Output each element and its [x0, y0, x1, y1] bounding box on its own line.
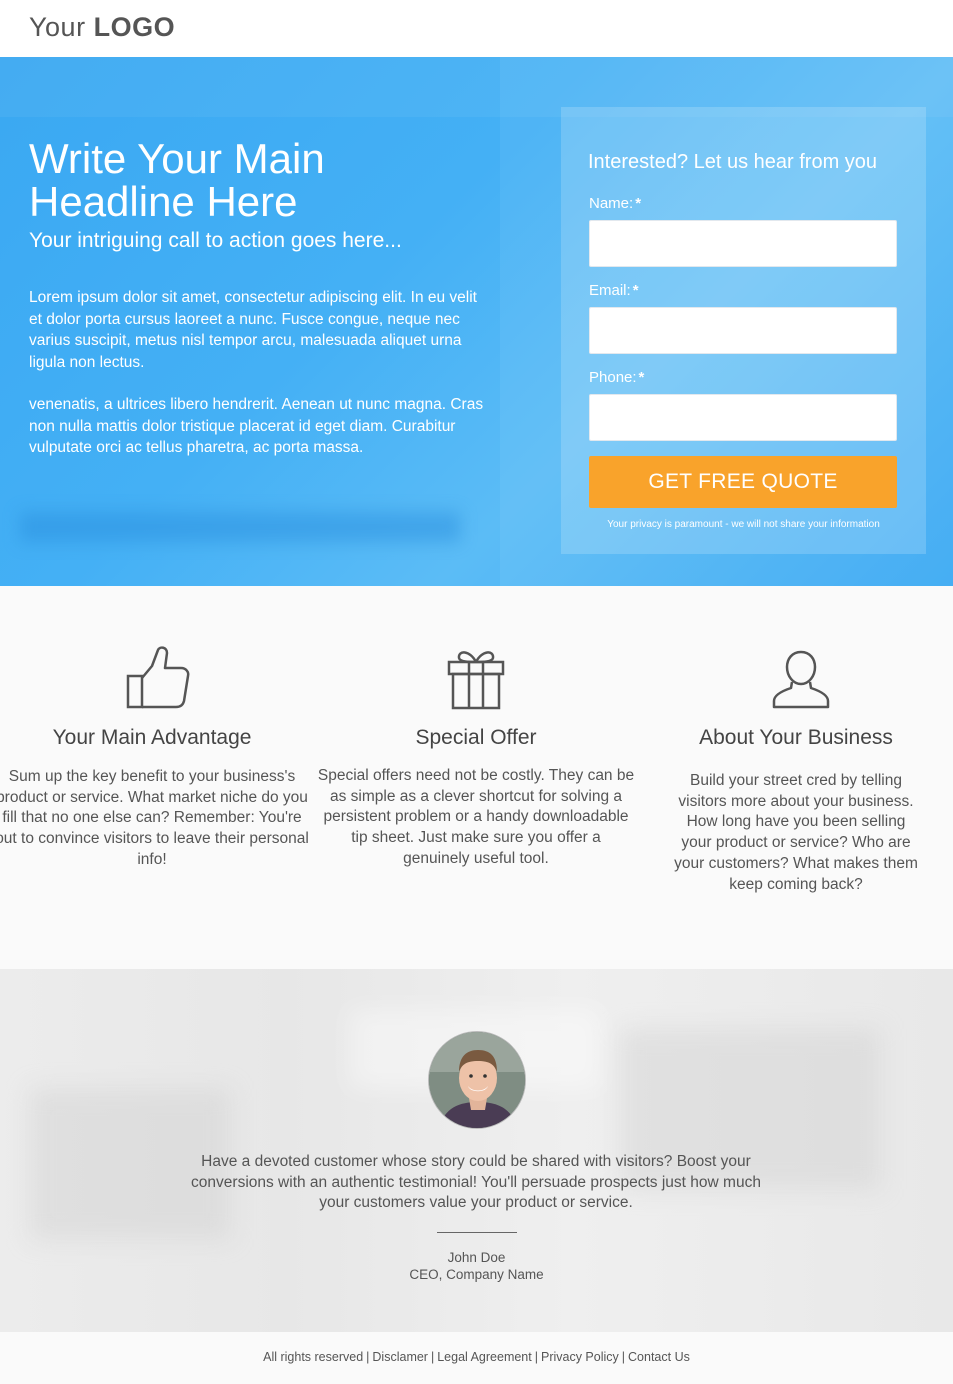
email-field[interactable]	[589, 307, 897, 354]
user-icon	[772, 650, 830, 709]
get-free-quote-button[interactable]: GET FREE QUOTE	[589, 456, 897, 508]
name-label: Name: *	[589, 195, 642, 212]
feature-title: About Your Business	[699, 726, 893, 749]
hero-section: Write Your Main Headline Here Your intri…	[0, 57, 953, 586]
testimonial-quote: Have a devoted customer whose story coul…	[191, 1153, 761, 1212]
gift-icon	[447, 651, 505, 710]
feature-text: Sum up the key benefit to your business'…	[0, 768, 309, 868]
footer-link-privacy-policy[interactable]: Privacy Policy	[541, 1350, 619, 1364]
required-mark: *	[635, 195, 642, 212]
required-mark: *	[638, 369, 645, 386]
main-headline: Write Your Main Headline Here	[29, 137, 509, 223]
testimonial-author-title: CEO, Company Name	[409, 1267, 544, 1282]
feature-title: Your Main Advantage	[52, 726, 252, 749]
footer-link-disclaimer[interactable]: Disclamer	[372, 1350, 428, 1364]
footer-link-legal-agreement[interactable]: Legal Agreement	[437, 1350, 532, 1364]
footer-link-contact-us[interactable]: Contact Us	[628, 1350, 690, 1364]
testimonial-section: Have a devoted customer whose story coul…	[0, 969, 953, 1332]
feature-title: Special Offer	[415, 726, 537, 749]
logo-text-light: Your	[29, 12, 86, 42]
email-label: Email: *	[589, 282, 639, 299]
call-to-action-subhead: Your intriguing call to action goes here…	[29, 229, 402, 252]
features-section: Your Main Advantage Sum up the key benef…	[0, 586, 953, 969]
hero-paragraph-2: venenatis, a ultrices libero hendrerit. …	[29, 396, 484, 456]
thumbs-up-icon	[126, 646, 190, 709]
privacy-note: Your privacy is paramount - we will not …	[607, 519, 880, 530]
phone-label: Phone: *	[589, 369, 645, 386]
phone-field[interactable]	[589, 394, 897, 441]
name-field[interactable]	[589, 220, 897, 267]
hero-paragraph-1: Lorem ipsum dolor sit amet, consectetur …	[29, 289, 477, 371]
headline-line-1: Write Your Main	[29, 135, 325, 182]
feature-text: Special offers need not be costly. They …	[317, 767, 635, 867]
headline-line-2: Headline Here	[29, 178, 298, 225]
customer-photo	[429, 1032, 525, 1128]
site-footer: All rights reserved | Disclamer | Legal Agre…	[0, 1332, 953, 1384]
feature-text: Build your street cred by telling visito…	[674, 772, 918, 893]
divider	[437, 1232, 517, 1233]
lead-form: Interested? Let us hear from you Name: * …	[561, 107, 926, 554]
form-title: Interested? Let us hear from you	[588, 151, 878, 173]
footer-links: All rights reserved | Disclamer | Legal Agre…	[263, 1350, 690, 1364]
logo-text-bold: LOGO	[93, 12, 176, 42]
required-mark: *	[632, 282, 639, 299]
footer-rights-text: All rights reserved	[263, 1350, 364, 1364]
site-header: Your LOGO	[0, 0, 953, 57]
logo[interactable]: Your LOGO	[29, 12, 175, 43]
testimonial-author-name: John Doe	[447, 1250, 506, 1265]
avatar	[428, 1031, 526, 1129]
